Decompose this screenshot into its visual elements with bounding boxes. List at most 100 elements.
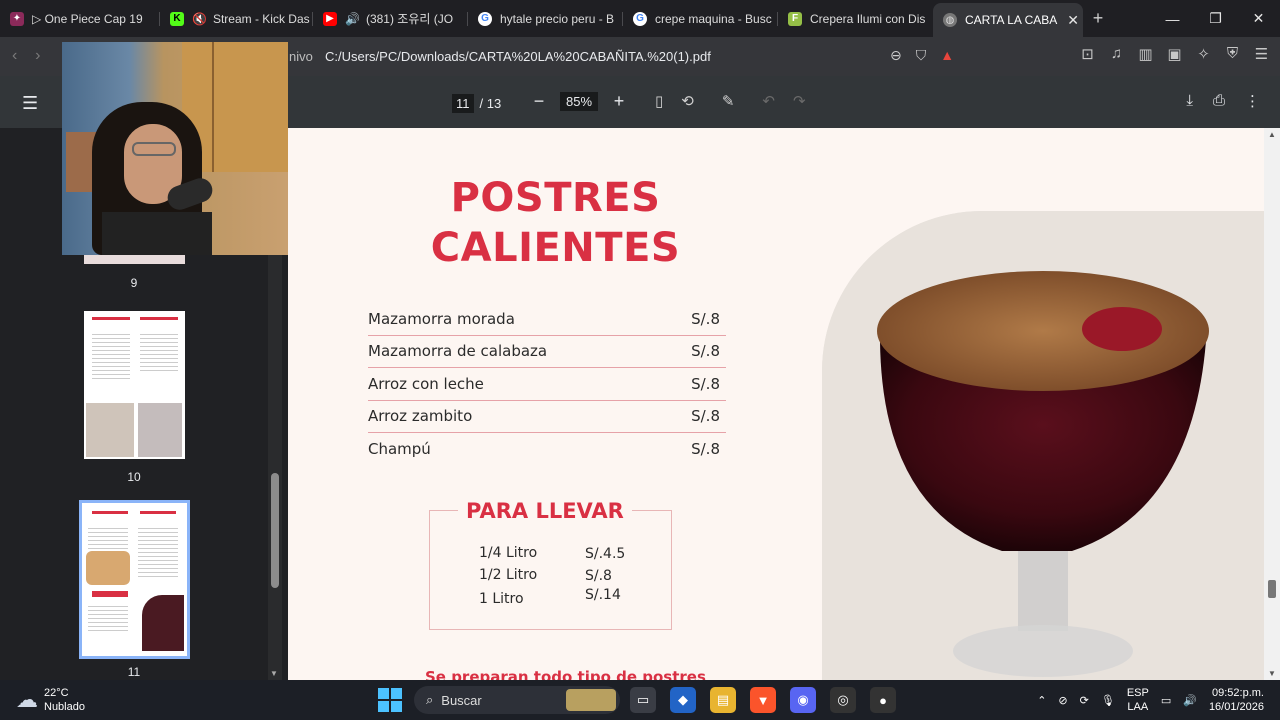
screenshot-icon[interactable]: ⊡ bbox=[1079, 45, 1096, 63]
volume-icon[interactable]: 🔊 bbox=[1183, 694, 1197, 707]
close-window-icon[interactable]: ✕ bbox=[1237, 0, 1280, 37]
search-icon: ⌕ bbox=[426, 692, 434, 707]
page-total: / 13 bbox=[479, 96, 502, 111]
forward-icon[interactable]: › bbox=[35, 47, 40, 64]
file-explorer-icon[interactable]: ▤ bbox=[710, 687, 736, 713]
fit-page-icon[interactable]: ▯ bbox=[655, 92, 663, 110]
mute-icon[interactable]: 🔇 bbox=[192, 12, 207, 26]
app-icon[interactable]: ◎ bbox=[830, 687, 856, 713]
url-field[interactable]: C:/Users/PC/Downloads/CARTA%20LA%20CABAÑ… bbox=[325, 49, 711, 64]
list-item: Mazamorra morada S/.8 bbox=[368, 303, 726, 336]
scroll-down-icon[interactable]: ▼ bbox=[270, 669, 278, 678]
thumbnail-label-11: 11 bbox=[127, 665, 141, 679]
tab-hytale-search[interactable]: G hytale precio peru - B bbox=[468, 4, 623, 34]
pdf-actions: ⤓ ⎙ ⋮ bbox=[1186, 92, 1260, 110]
clock[interactable]: 09:52:p.m. 16/01/2026 bbox=[1209, 686, 1264, 714]
brave-shield-icon[interactable]: ⛉ bbox=[916, 47, 927, 64]
page-scroll-up-icon[interactable]: ▲ bbox=[1268, 130, 1276, 139]
media-icon[interactable]: ♫ bbox=[1108, 45, 1125, 63]
weather-widget[interactable]: ☁ 22°C Nublado bbox=[16, 686, 85, 714]
print-icon[interactable]: ⎙ bbox=[1213, 92, 1225, 110]
pdf-tools: ▯ ⟲ ✎ ↶ ↷ bbox=[655, 92, 806, 110]
list-item: Mazamorra de calabaza S/.8 bbox=[368, 336, 726, 368]
zoom-out-icon[interactable]: − bbox=[530, 91, 548, 112]
cloud-icon: ☁ bbox=[16, 687, 38, 712]
page-scroll-thumb[interactable] bbox=[1268, 580, 1276, 598]
browser-toolbar-icons: ⊡ ♫ ▥ ▣ ✧ ⛨ ☰ bbox=[1079, 45, 1270, 63]
search-highlight-image bbox=[566, 689, 616, 711]
sidebar-toggle-icon[interactable]: ▥ bbox=[1137, 45, 1154, 63]
takeaway-size: 1/2 Litro bbox=[479, 567, 538, 583]
tab-crepe-search[interactable]: G crepe maquina - Busc bbox=[623, 4, 778, 34]
brave-browser-icon[interactable]: ▼ bbox=[750, 687, 776, 713]
zoom-magnifier-icon[interactable]: ⊖ bbox=[890, 47, 902, 64]
redo-icon[interactable]: ↷ bbox=[793, 92, 806, 110]
page-scrollbar[interactable]: ▲ ▼ bbox=[1264, 128, 1280, 680]
tab-one-piece[interactable]: ✦ ▷ One Piece Cap 19 bbox=[0, 4, 160, 34]
tab-crepera-shop[interactable]: F Crepera Ilumi con Dis bbox=[778, 4, 933, 34]
leo-ai-icon[interactable]: ✧ bbox=[1195, 45, 1212, 63]
thumbnail-page-10[interactable] bbox=[84, 311, 185, 459]
m365-icon[interactable]: ◆ bbox=[670, 687, 696, 713]
taskbar-search[interactable]: ⌕ Buscar bbox=[414, 686, 620, 714]
windows-start-icon[interactable] bbox=[378, 688, 402, 712]
back-icon[interactable]: ‹ bbox=[12, 47, 17, 64]
microphone-icon[interactable]: 🎙 bbox=[1101, 694, 1115, 707]
brave-rewards-icon[interactable]: ▲ bbox=[940, 47, 954, 64]
tab-youtube[interactable]: ▶ 🔊 (381) 조유리 (JO bbox=[313, 4, 468, 34]
main-menu-icon[interactable]: ☰ bbox=[1253, 45, 1270, 63]
page-number-input[interactable]: 11 bbox=[452, 94, 474, 113]
thumbnail-page-9[interactable] bbox=[84, 254, 185, 264]
thumbnail-scroll-thumb[interactable] bbox=[271, 473, 279, 588]
restore-icon[interactable]: ❐ bbox=[1194, 0, 1237, 37]
system-tray: ⌃ ⊘ ⟳ 🎙 ESP LAA ▭ 🔊 09:52:p.m. 16/01/202… bbox=[1037, 686, 1264, 714]
download-icon[interactable]: ⤓ bbox=[1186, 92, 1193, 110]
undo-icon[interactable]: ↶ bbox=[762, 92, 775, 110]
rotate-icon[interactable]: ⟲ bbox=[681, 92, 694, 110]
close-tab-icon[interactable]: ✕ bbox=[1067, 12, 1079, 29]
takeaway-size: 1 Litro bbox=[479, 591, 524, 607]
draw-icon[interactable]: ✎ bbox=[722, 92, 735, 110]
new-tab-icon[interactable]: + bbox=[1083, 8, 1113, 29]
page-title: POSTRES CALIENTES bbox=[430, 175, 681, 271]
chevron-up-icon[interactable]: ⌃ bbox=[1037, 694, 1046, 707]
wallet-icon[interactable]: ▣ bbox=[1166, 45, 1183, 63]
takeaway-price: S/.14 bbox=[585, 587, 621, 603]
sync-icon[interactable]: ⟳ bbox=[1080, 694, 1089, 707]
display-icon[interactable]: ▭ bbox=[1161, 694, 1171, 707]
nav-arrows: ‹ › bbox=[12, 47, 40, 65]
takeaway-box: PARA LLEVAR 1/4 Litro S/.4.5 1/2 Litro S… bbox=[429, 499, 672, 630]
zoom-in-icon[interactable]: + bbox=[610, 91, 628, 112]
more-options-icon[interactable]: ⋮ bbox=[1245, 92, 1260, 110]
pdf-page: POSTRES CALIENTES Mazamorra morada S/.8 … bbox=[288, 128, 1264, 680]
minimize-icon[interactable]: — bbox=[1151, 0, 1194, 37]
google-icon: G bbox=[478, 11, 492, 26]
takeaway-size: 1/4 Litro bbox=[479, 545, 538, 561]
language-indicator[interactable]: ESP LAA bbox=[1127, 686, 1149, 714]
task-view-icon[interactable]: ▭ bbox=[630, 687, 656, 713]
window-controls: — ❐ ✕ bbox=[1151, 0, 1280, 37]
zoom-level-input[interactable]: 85% bbox=[560, 92, 599, 111]
webcam-overlay bbox=[62, 42, 288, 255]
pdf-menu-icon[interactable]: ☰ bbox=[22, 93, 38, 114]
discord-icon[interactable]: ◉ bbox=[790, 687, 816, 713]
shop-icon: F bbox=[788, 11, 802, 26]
thumbnail-page-11[interactable] bbox=[79, 500, 190, 659]
taskbar-apps: ▭ ◆ ▤ ▼ ◉ ◎ ● bbox=[630, 687, 896, 713]
zoom-controls: − 85% + bbox=[530, 91, 628, 112]
page-scroll-down-icon[interactable]: ▼ bbox=[1268, 669, 1276, 678]
vpn-icon[interactable]: ⛨ bbox=[1224, 45, 1241, 63]
youtube-icon: ▶ bbox=[323, 11, 337, 26]
list-item: Arroz con leche S/.8 bbox=[368, 368, 726, 401]
list-item: Champú S/.8 bbox=[368, 440, 720, 459]
speaker-icon[interactable]: 🔊 bbox=[345, 12, 360, 26]
tab-carta-active[interactable]: ◍ CARTA LA CABA ✕ bbox=[933, 3, 1083, 37]
thumbnail-label-9: 9 bbox=[130, 276, 138, 290]
network-off-icon[interactable]: ⊘ bbox=[1058, 694, 1067, 707]
tab-kick-stream[interactable]: K 🔇 Stream - Kick Das bbox=[160, 4, 313, 34]
obs-icon[interactable]: ● bbox=[870, 687, 896, 713]
takeaway-price: S/.4.5 bbox=[585, 546, 626, 562]
footer-note: Se preparan todo tipo de postres bbox=[425, 668, 706, 680]
takeaway-price: S/.8 bbox=[585, 568, 612, 584]
mazamorra-glass-image bbox=[822, 211, 1264, 680]
